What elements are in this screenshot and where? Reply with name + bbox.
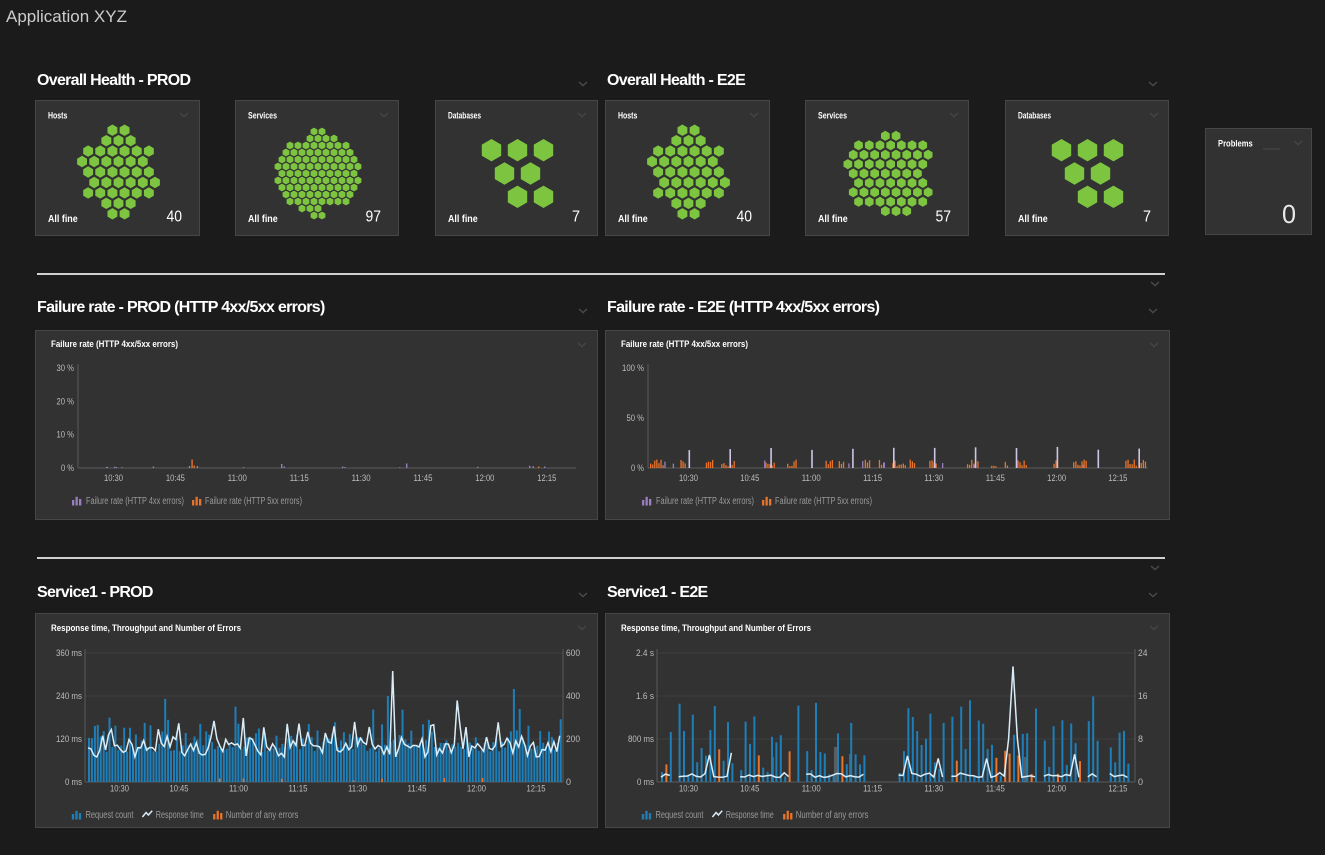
svg-text:Failure rate (HTTP 5xx errors): Failure rate (HTTP 5xx errors) [775,496,872,507]
svg-text:All fine: All fine [48,213,78,225]
svg-text:12:00: 12:00 [475,473,494,483]
svg-text:11:45: 11:45 [414,473,433,483]
svg-text:All fine: All fine [618,213,648,225]
svg-text:Number of any errors: Number of any errors [226,810,299,821]
svg-text:11:30: 11:30 [924,473,943,483]
svg-text:7: 7 [572,209,580,226]
svg-text:40: 40 [737,209,753,226]
svg-text:12:00: 12:00 [1047,473,1066,483]
svg-text:0 %: 0 % [631,463,644,473]
svg-text:Databases: Databases [448,111,481,122]
svg-text:0 ms: 0 ms [637,777,654,787]
svg-text:Services: Services [818,111,847,122]
svg-text:97: 97 [366,209,382,226]
svg-text:11:15: 11:15 [863,473,882,483]
svg-text:10:30: 10:30 [679,473,698,483]
svg-text:10:30: 10:30 [110,784,129,794]
svg-text:10:45: 10:45 [166,473,185,483]
svg-text:11:45: 11:45 [986,473,1005,483]
svg-text:100 %: 100 % [622,363,644,373]
svg-text:11:00: 11:00 [229,784,248,794]
svg-text:360 ms: 360 ms [56,648,82,658]
svg-text:16: 16 [1138,691,1148,701]
svg-text:8: 8 [1138,734,1143,744]
svg-text:10:30: 10:30 [679,784,698,794]
svg-text:All fine: All fine [1018,213,1048,225]
svg-text:11:15: 11:15 [289,784,308,794]
svg-text:11:15: 11:15 [290,473,309,483]
svg-text:All fine: All fine [248,213,278,225]
svg-text:240 ms: 240 ms [56,691,82,701]
svg-text:1.6 s: 1.6 s [636,691,654,701]
svg-text:Hosts: Hosts [48,111,67,122]
svg-text:11:00: 11:00 [802,473,821,483]
svg-text:11:00: 11:00 [228,473,247,483]
svg-text:0 ms: 0 ms [65,777,82,787]
svg-text:Response time: Response time [726,810,774,821]
svg-text:10 %: 10 % [57,430,75,440]
svg-text:11:30: 11:30 [352,473,371,483]
svg-text:12:00: 12:00 [467,784,486,794]
svg-text:Failure rate (HTTP 4xx errors): Failure rate (HTTP 4xx errors) [86,496,184,507]
svg-text:Services: Services [248,111,277,122]
svg-text:2.4 s: 2.4 s [636,648,654,658]
svg-text:Response time, Throughput and: Response time, Throughput and Number of … [51,623,241,634]
svg-text:10:45: 10:45 [170,784,189,794]
svg-text:All fine: All fine [448,213,478,225]
svg-text:Failure rate (HTTP 4xx errors): Failure rate (HTTP 4xx errors) [656,496,754,507]
svg-text:Problems: Problems [1218,139,1253,150]
svg-text:11:30: 11:30 [348,784,367,794]
svg-text:600: 600 [566,648,580,658]
svg-text:12:15: 12:15 [527,784,546,794]
svg-text:400: 400 [566,691,580,701]
svg-text:0 %: 0 % [61,463,74,473]
svg-text:Hosts: Hosts [618,111,637,122]
svg-text:11:45: 11:45 [986,784,1005,794]
svg-text:12:15: 12:15 [537,473,556,483]
svg-text:All fine: All fine [818,213,848,225]
svg-text:Response time, Throughput and: Response time, Throughput and Number of … [621,623,811,634]
svg-text:0: 0 [1282,199,1296,229]
svg-text:57: 57 [936,209,952,226]
svg-text:0: 0 [1138,777,1143,787]
svg-text:20 %: 20 % [57,396,75,406]
svg-text:24: 24 [1138,648,1148,658]
svg-text:11:15: 11:15 [863,784,882,794]
svg-text:7: 7 [1143,209,1151,226]
svg-text:10:30: 10:30 [104,473,123,483]
svg-text:10:45: 10:45 [740,784,759,794]
svg-text:12:15: 12:15 [1108,784,1127,794]
svg-text:Failure rate (HTTP 4xx/5xx err: Failure rate (HTTP 4xx/5xx errors) [51,339,178,350]
svg-text:11:30: 11:30 [924,784,943,794]
svg-text:11:00: 11:00 [802,784,821,794]
svg-text:Databases: Databases [1018,111,1051,122]
svg-text:12:00: 12:00 [1047,784,1066,794]
svg-text:0: 0 [566,777,571,787]
svg-text:11:45: 11:45 [408,784,427,794]
svg-text:40: 40 [167,209,183,226]
svg-text:120 ms: 120 ms [56,734,82,744]
svg-text:50 %: 50 % [627,413,645,423]
svg-text:Number of any errors: Number of any errors [796,810,869,821]
svg-text:12:15: 12:15 [1108,473,1127,483]
svg-text:30 %: 30 % [57,363,75,373]
svg-text:Failure rate (HTTP 4xx/5xx err: Failure rate (HTTP 4xx/5xx errors) [621,339,748,350]
svg-text:Request count: Request count [86,810,134,821]
svg-text:Request count: Request count [656,810,704,821]
svg-text:800 ms: 800 ms [628,734,654,744]
svg-text:Failure rate (HTTP 5xx errors): Failure rate (HTTP 5xx errors) [205,496,302,507]
svg-text:200: 200 [566,734,580,744]
svg-text:10:45: 10:45 [740,473,759,483]
svg-text:Response time: Response time [156,810,204,821]
